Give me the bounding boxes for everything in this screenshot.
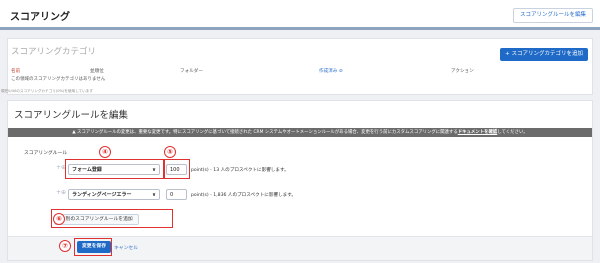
- category-usage-note: 現在0/40のスコアリングカテゴリ(0%)を使用しています: [1, 89, 93, 93]
- points-input[interactable]: 100: [166, 164, 187, 175]
- documentation-link[interactable]: ドキュメントを確認: [458, 130, 498, 135]
- column-header-action: アクション: [451, 69, 474, 74]
- column-header-folder[interactable]: フォルダー: [180, 68, 203, 74]
- category-section-title: スコアリングカテゴリ: [11, 47, 97, 57]
- add-scoring-category-button[interactable]: + スコアリングカテゴリを追加: [500, 48, 588, 61]
- chevron-down-icon: ∨: [151, 192, 156, 198]
- category-table-header: 名前 並順位 フォルダー 作成済み ⊘ アクション: [8, 68, 592, 76]
- rule-type-select[interactable]: フォーム登録 ∨: [68, 164, 160, 175]
- column-header-name[interactable]: 名前: [11, 68, 20, 74]
- annotation-marker-7: ⑦: [59, 240, 71, 252]
- rule-type-value: ランディングページエラー: [72, 192, 132, 198]
- annotation-marker-4: ④: [99, 146, 111, 158]
- rule-type-select[interactable]: ランディングページエラー ∨: [68, 189, 160, 200]
- points-input[interactable]: 0: [166, 189, 187, 200]
- chevron-down-icon: ∨: [151, 167, 156, 173]
- column-header-order[interactable]: 並順位: [90, 68, 104, 74]
- warning-banner: ▲ スコアリングルールの変更は、重要な変更です。特にスコアリングに基づいて接続さ…: [8, 128, 592, 137]
- rule-type-value: フォーム登録: [72, 167, 102, 173]
- scoring-category-panel: スコアリングカテゴリ + スコアリングカテゴリを追加 名前 並順位 フォルダー …: [7, 38, 593, 95]
- add-another-rule-button[interactable]: + 別のスコアリングルールを追加: [54, 214, 139, 225]
- page-title: スコアリング: [10, 12, 70, 23]
- column-header-created[interactable]: 作成済み ⊘: [319, 68, 343, 74]
- top-header-bar: スコアリング スコアリングルールを編集: [0, 0, 600, 30]
- edit-scoring-rules-button[interactable]: スコアリングルールを編集: [512, 8, 593, 23]
- plus-icon[interactable]: +⊕: [56, 189, 66, 196]
- warning-text: ▲ スコアリングルールの変更は、重要な変更です。特にスコアリングに基づいて接続さ…: [72, 130, 458, 135]
- cancel-link[interactable]: キャンセル: [114, 244, 138, 251]
- rules-section-title: スコアリングルールを編集: [14, 110, 129, 121]
- category-empty-message: この領域のスコアリングカテゴリはありません: [11, 77, 106, 82]
- affected-prospects-text: point(s) - 1,836 人のプロスペクトに影響します。: [191, 193, 297, 198]
- affected-prospects-text: point(s) - 13 人のプロスペクトに影響します。: [191, 168, 289, 173]
- annotation-marker-6: ⑥: [53, 213, 65, 225]
- edit-scoring-rules-panel: スコアリングルールを編集 ▲ スコアリングルールの変更は、重要な変更です。特にス…: [7, 100, 593, 261]
- save-changes-button[interactable]: 変更を保存: [77, 241, 111, 253]
- warning-text-end: してください。: [497, 130, 528, 135]
- scoring-rule-label: スコアリングルール: [24, 151, 68, 156]
- annotation-marker-5: ⑤: [164, 146, 176, 158]
